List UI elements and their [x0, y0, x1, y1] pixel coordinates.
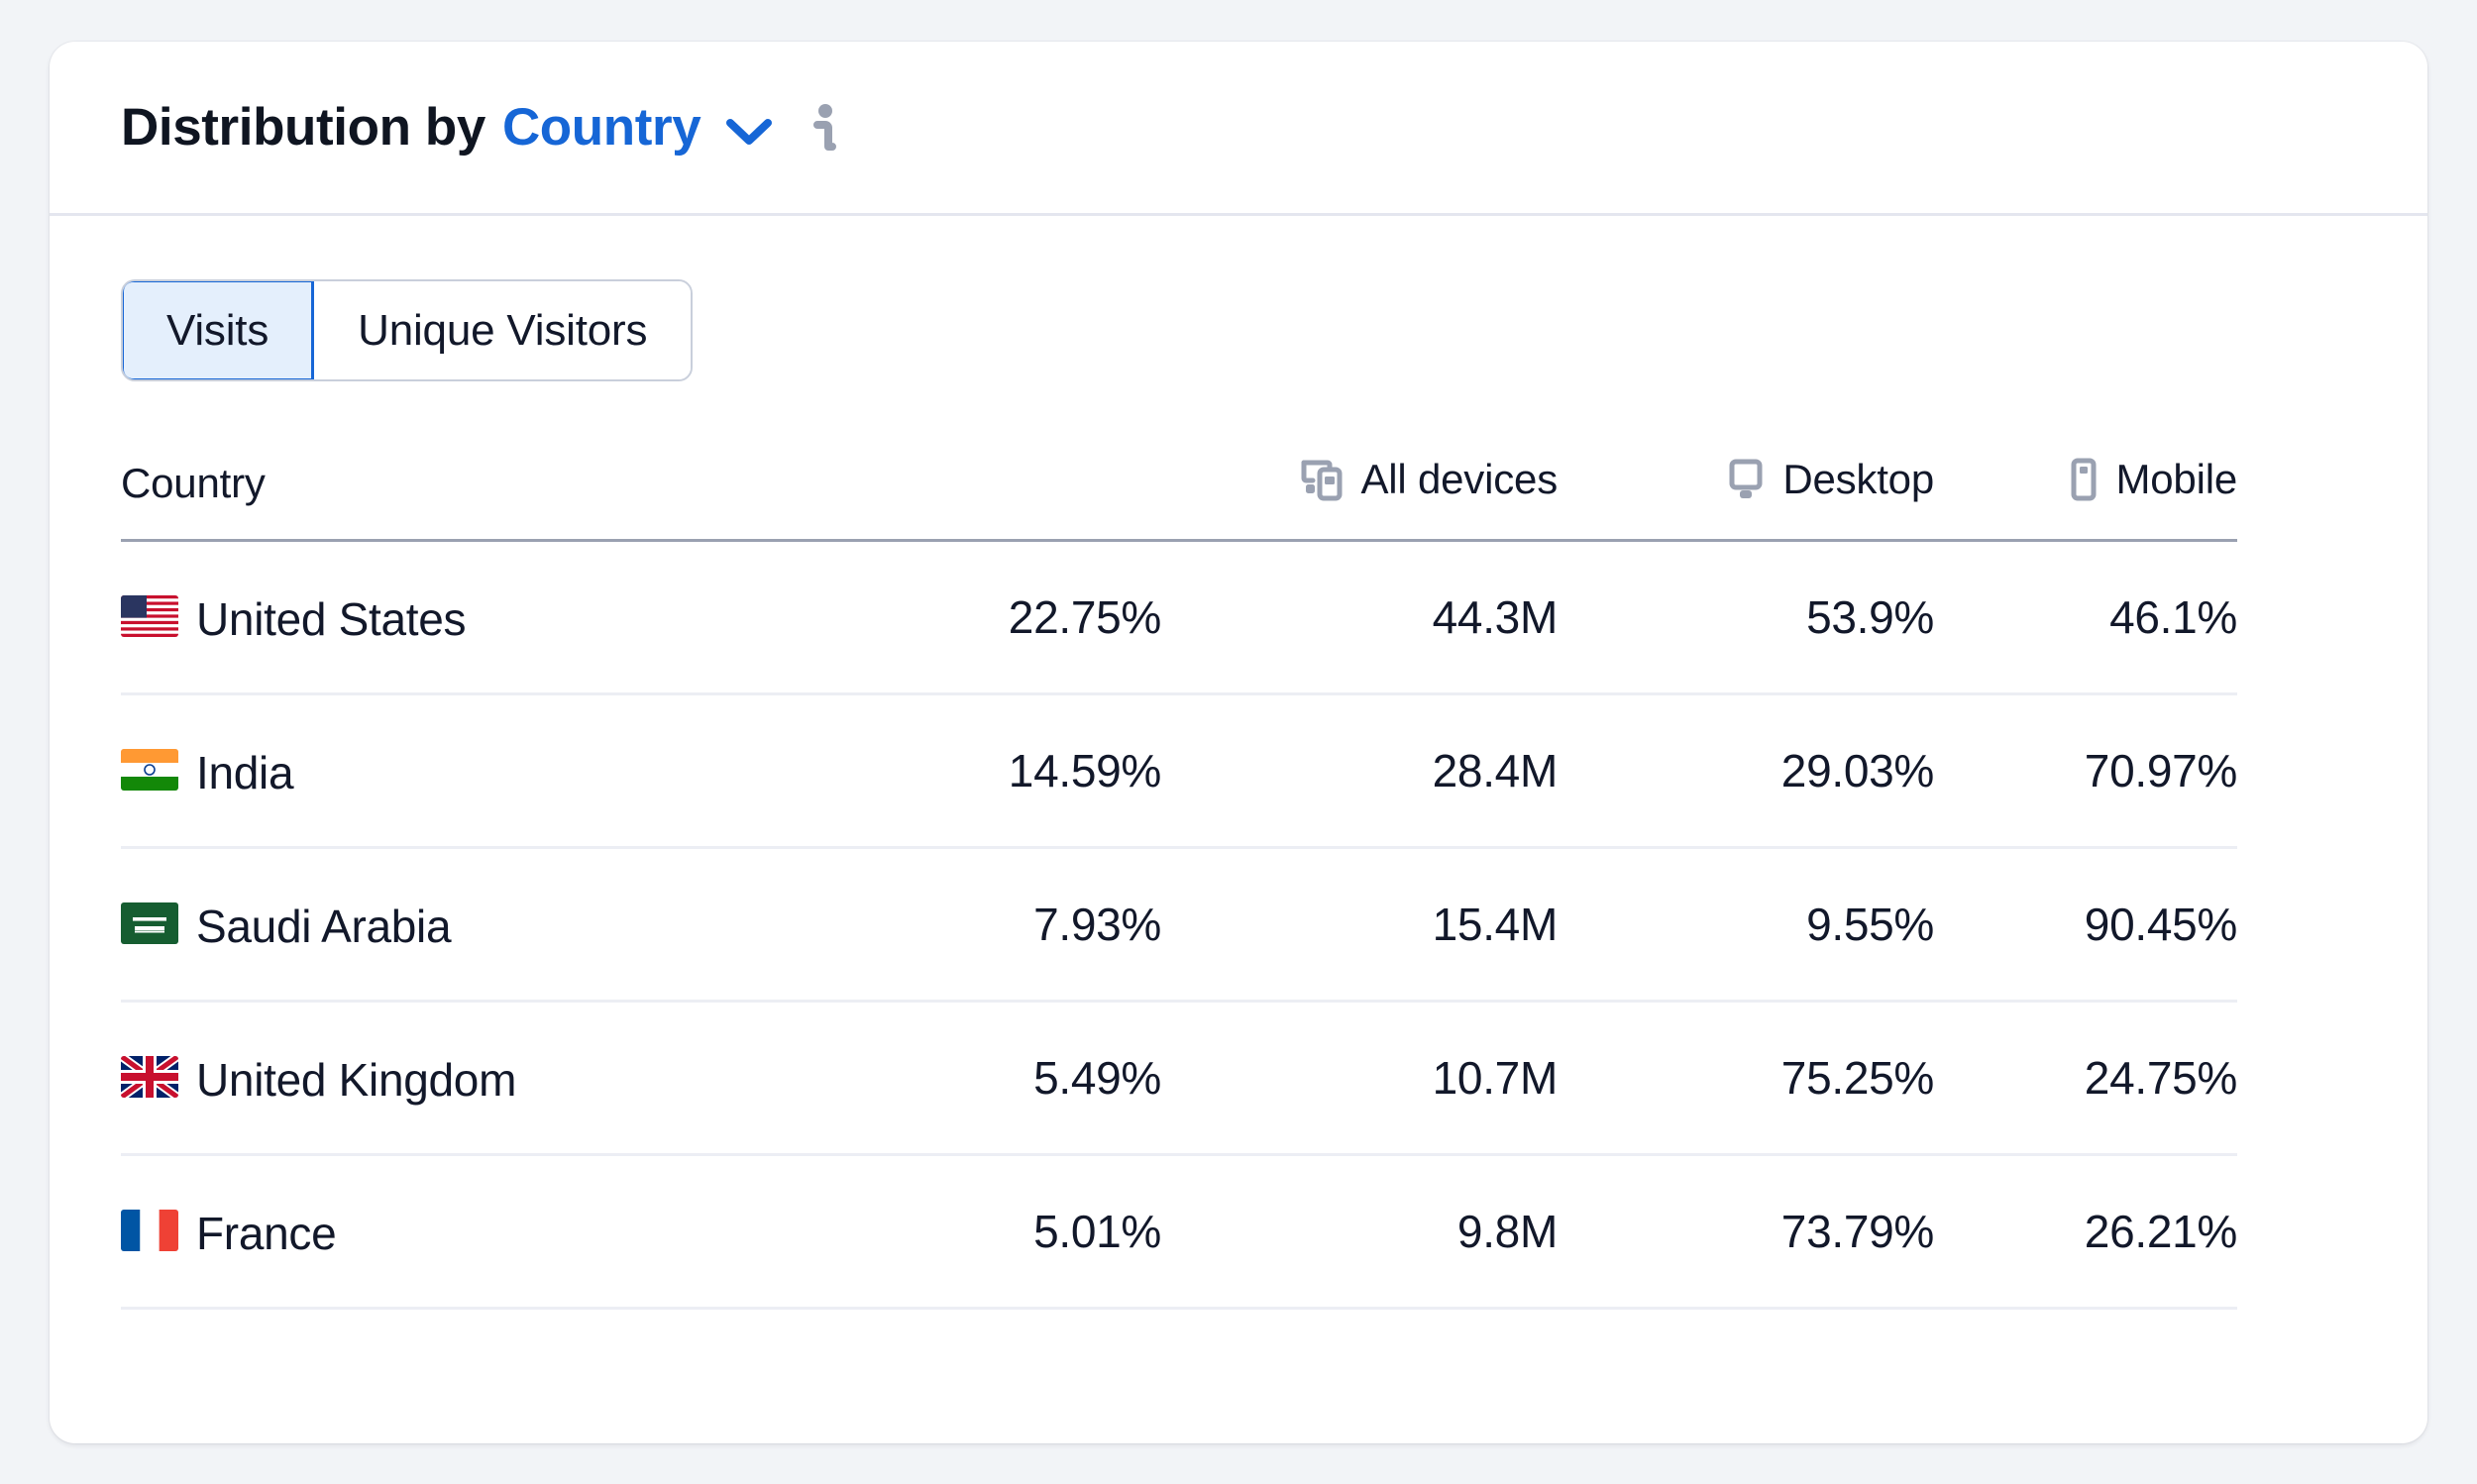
page-background: Distribution by Country Vis — [0, 0, 2477, 1484]
cell-desktop: 29.03% — [1558, 693, 1934, 847]
cell-country[interactable]: India — [121, 693, 834, 847]
cell-country[interactable]: France — [121, 1154, 834, 1308]
cell-desktop: 75.25% — [1558, 1001, 1934, 1154]
distribution-card: Distribution by Country Vis — [50, 42, 2427, 1443]
table-row[interactable]: United States 22.75% 44.3M 53.9% 46.1% — [121, 540, 2237, 693]
fr-flag-icon — [121, 1210, 178, 1251]
cell-all-devices: 9.8M — [1161, 1154, 1558, 1308]
country-name: India — [196, 746, 293, 797]
title-static-text: Distribution by — [121, 97, 485, 158]
cell-desktop: 9.55% — [1558, 847, 1934, 1001]
country-name: Saudi Arabia — [196, 900, 451, 951]
cell-all-devices: 28.4M — [1161, 693, 1558, 847]
gb-flag-icon — [121, 1056, 178, 1098]
all-devices-icon — [1299, 457, 1345, 502]
column-header-share — [834, 451, 1161, 540]
cell-share: 14.59% — [834, 693, 1161, 847]
chevron-down-icon[interactable] — [726, 117, 772, 147]
sa-flag-icon — [121, 902, 178, 944]
cell-all-devices: 15.4M — [1161, 847, 1558, 1001]
column-header-desktop[interactable]: Desktop — [1558, 451, 1934, 540]
distribution-table: Country — [121, 451, 2237, 1310]
us-flag-icon — [121, 595, 178, 637]
cell-all-devices: 10.7M — [1161, 1001, 1558, 1154]
cell-mobile: 46.1% — [1934, 540, 2237, 693]
cell-share: 7.93% — [834, 847, 1161, 1001]
cell-country[interactable]: United Kingdom — [121, 1001, 834, 1154]
dimension-selector-label[interactable]: Country — [502, 97, 700, 158]
table-header-row: Country — [121, 451, 2237, 540]
column-header-country[interactable]: Country — [121, 451, 834, 540]
column-header-all-devices-label: All devices — [1360, 456, 1558, 503]
cell-share: 5.49% — [834, 1001, 1161, 1154]
cell-desktop: 73.79% — [1558, 1154, 1934, 1308]
desktop-icon — [1725, 457, 1767, 502]
table-row[interactable]: United Kingdom 5.49% 10.7M 75.25% 24.75% — [121, 1001, 2237, 1154]
country-name: France — [196, 1207, 336, 1258]
cell-desktop: 53.9% — [1558, 540, 1934, 693]
country-name: United Kingdom — [196, 1053, 516, 1105]
cell-country[interactable]: Saudi Arabia — [121, 847, 834, 1001]
column-header-mobile-label: Mobile — [2115, 456, 2237, 503]
column-header-mobile[interactable]: Mobile — [1934, 451, 2237, 540]
toggle-option-visits[interactable]: Visits — [121, 279, 314, 381]
cell-mobile: 24.75% — [1934, 1001, 2237, 1154]
metric-toggle-group[interactable]: Visits Unique Visitors — [121, 279, 693, 381]
card-header: Distribution by Country — [50, 42, 2427, 216]
card-body: Visits Unique Visitors Country — [50, 216, 2427, 1310]
cell-share: 22.75% — [834, 540, 1161, 693]
mobile-icon — [2068, 457, 2100, 502]
table-row[interactable]: India 14.59% 28.4M 29.03% 70.97% — [121, 693, 2237, 847]
cell-mobile: 70.97% — [1934, 693, 2237, 847]
table-row[interactable]: France 5.01% 9.8M 73.79% 26.21% — [121, 1154, 2237, 1308]
table-head: Country — [121, 451, 2237, 540]
column-header-all-devices[interactable]: All devices — [1161, 451, 1558, 540]
page-title: Distribution by Country — [121, 97, 837, 158]
table-body: United States 22.75% 44.3M 53.9% 46.1% — [121, 540, 2237, 1308]
in-flag-icon — [121, 749, 178, 791]
table-row[interactable]: Saudi Arabia 7.93% 15.4M 9.55% 90.45% — [121, 847, 2237, 1001]
cell-share: 5.01% — [834, 1154, 1161, 1308]
country-name: United States — [196, 592, 466, 644]
cell-mobile: 90.45% — [1934, 847, 2237, 1001]
column-header-desktop-label: Desktop — [1782, 456, 1934, 503]
toggle-option-unique-visitors[interactable]: Unique Visitors — [314, 281, 691, 379]
cell-mobile: 26.21% — [1934, 1154, 2237, 1308]
cell-all-devices: 44.3M — [1161, 540, 1558, 693]
info-icon[interactable] — [811, 103, 837, 157]
cell-country[interactable]: United States — [121, 540, 834, 693]
